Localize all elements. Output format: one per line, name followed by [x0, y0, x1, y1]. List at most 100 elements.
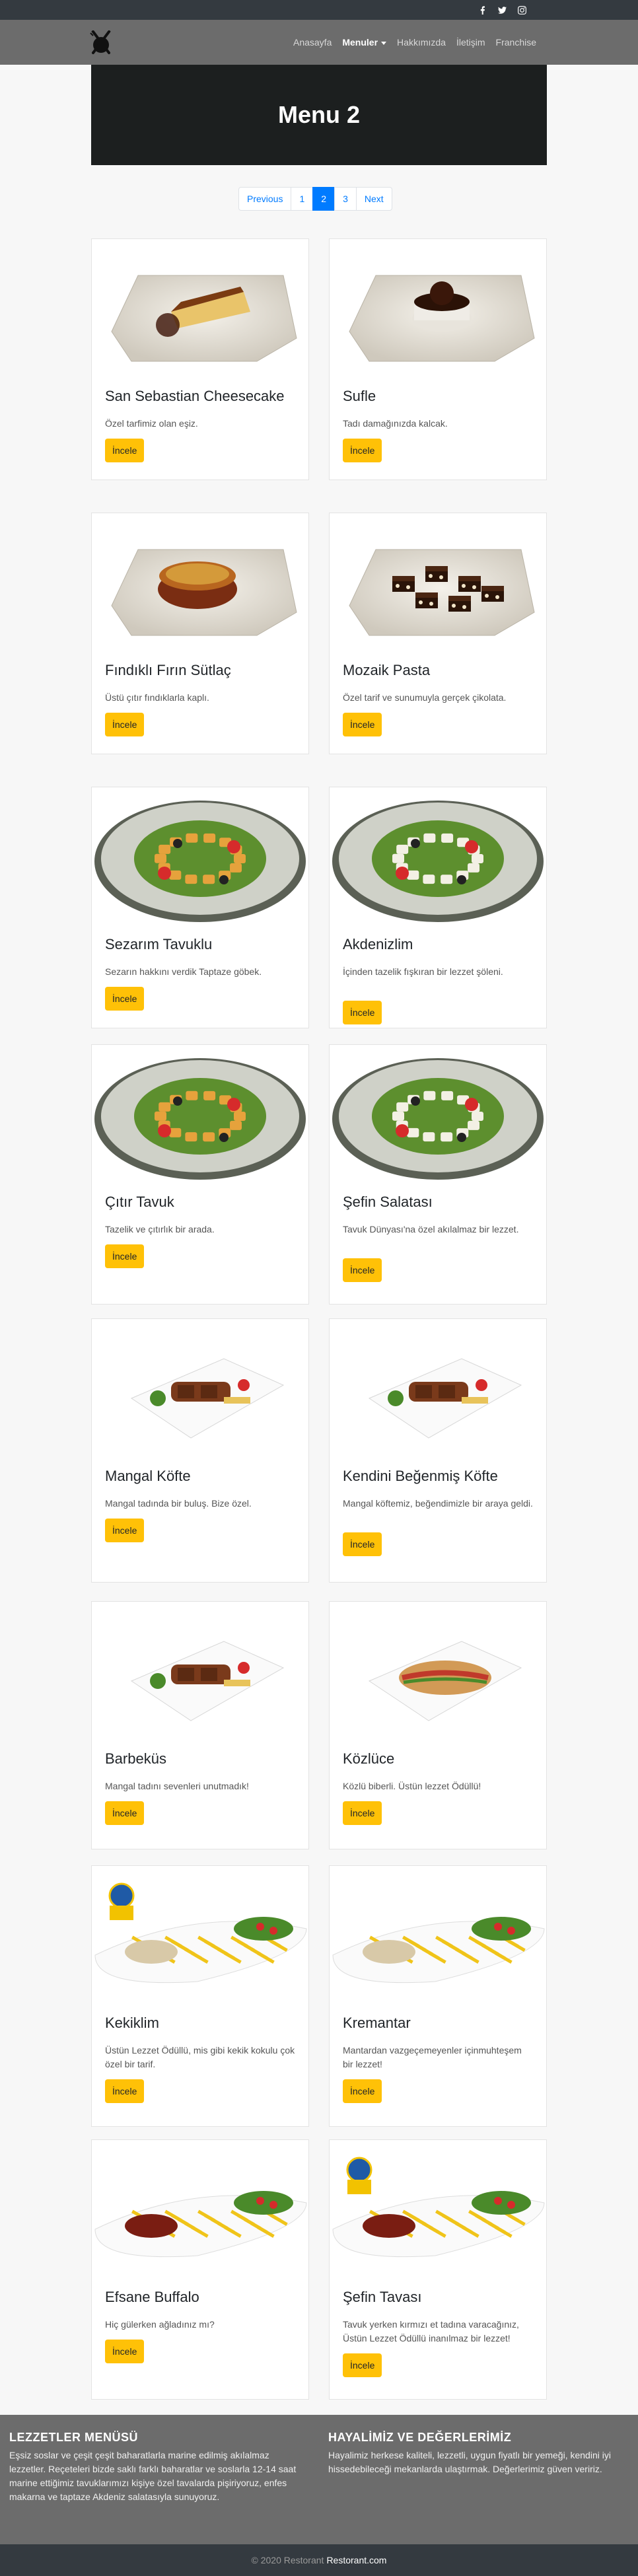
card-title: Sezarım Tavuklu [105, 936, 213, 952]
card-title: Sufle [343, 388, 376, 404]
card-title: Fındıklı Fırın Sütlaç [105, 662, 231, 678]
dish-image [330, 1319, 546, 1458]
incele-button[interactable]: İncele [105, 1519, 145, 1542]
menu-card: Mozaik Pasta Özel tarif ve sunumuyla ger… [329, 513, 547, 754]
incele-button[interactable]: İncele [343, 1801, 382, 1825]
card-description: Sezarın hakkını verdik Taptaze göbek. [105, 966, 262, 977]
incele-button[interactable]: İncele [105, 2340, 145, 2363]
pagination-page-2[interactable]: 2 [312, 187, 336, 211]
pagination: Previous 1 2 3 Next [238, 187, 392, 211]
card-description: Mangal tadını sevenleri unutmadık! [105, 1781, 249, 1791]
pagination-previous[interactable]: Previous [238, 187, 292, 211]
incele-button[interactable]: İncele [343, 2079, 382, 2103]
card-title: Közlüce [343, 1750, 395, 1767]
page-title: Menu 2 [277, 101, 360, 128]
navbar: Anasayfa Menuler Hakkımızda İletişim Fra… [0, 20, 638, 65]
card-description: Üstü çıtır fındıklarla kaplı. [105, 692, 209, 703]
menu-card: Çıtır Tavuk Tazelik ve çıtırlık bir arad… [91, 1044, 309, 1305]
dish-image [330, 513, 546, 652]
card-description: Mangal köftemiz, beğendimizle bir araya … [343, 1498, 533, 1509]
footer-left-text: Eşsiz soslar ve çeşit çeşit baharatlarla… [9, 2450, 297, 2502]
incele-button[interactable]: İncele [105, 713, 145, 736]
card-title: Şefin Salatası [343, 1194, 433, 1210]
card-title: Barbeküs [105, 1750, 166, 1767]
incele-button[interactable]: İncele [105, 2079, 145, 2103]
facebook-icon[interactable] [477, 5, 487, 15]
incele-button[interactable]: İncele [343, 439, 382, 462]
dish-image [330, 239, 546, 378]
pagination-page-3[interactable]: 3 [334, 187, 357, 211]
nav-franchise[interactable]: Franchise [491, 36, 542, 49]
pagination-page-1[interactable]: 1 [291, 187, 314, 211]
menu-card: Kremantar Mantardan vazgeçemeyenler için… [329, 1865, 547, 2127]
card-description: Hiç gülerken ağladınız mı? [105, 2319, 215, 2330]
page-header: Menu 2 [91, 65, 547, 165]
footer: LEZZETLER MENÜSÜ Eşsiz soslar ve çeşit ç… [0, 2415, 638, 2544]
dish-image [92, 1866, 308, 2005]
nav-iletisim[interactable]: İletişim [451, 36, 491, 49]
dish-image [92, 1602, 308, 1740]
card-description: Mantardan vazgeçemeyenler içinmuhteşem b… [343, 2045, 522, 2069]
card-description: Tavuk Dünyası'na özel akılalmaz bir lezz… [343, 1224, 519, 1234]
incele-button[interactable]: İncele [105, 1801, 145, 1825]
dish-image [92, 1319, 308, 1458]
dish-image [330, 2140, 546, 2279]
menu-card: Mangal Köfte Mangal tadında bir buluş. B… [91, 1318, 309, 1583]
incele-button[interactable]: İncele [105, 987, 145, 1011]
footer-right-text: Hayalimiz herkese kaliteli, lezzetli, uy… [328, 2450, 611, 2474]
menu-card: Közlüce Közlü biberli. Üstün lezzet Ödül… [329, 1601, 547, 1849]
dish-image [92, 1045, 308, 1184]
card-title: Çıtır Tavuk [105, 1194, 174, 1210]
menu-card: San Sebastian Cheesecake Özel tarfimiz o… [91, 238, 309, 480]
incele-button[interactable]: İncele [343, 713, 382, 736]
dish-image [330, 1045, 546, 1184]
incele-button[interactable]: İncele [105, 1244, 145, 1268]
restaurant-logo-icon[interactable] [89, 29, 114, 55]
menu-card: Sezarım Tavuklu Sezarın hakkını verdik T… [91, 787, 309, 1028]
incele-button[interactable]: İncele [343, 1001, 382, 1024]
card-title: Mangal Köfte [105, 1468, 191, 1484]
card-title: Kendini Beğenmiş Köfte [343, 1468, 498, 1484]
card-title: Şefin Tavası [343, 2289, 422, 2305]
card-title: Akdenizlim [343, 936, 413, 952]
dish-image [92, 2140, 308, 2279]
copyright-text: © 2020 Restorant [251, 2555, 324, 2565]
nav-menuler-dropdown[interactable]: Menuler [337, 36, 392, 49]
card-description: Tadı damağınızda kalcak. [343, 418, 448, 429]
card-title: San Sebastian Cheesecake [105, 388, 285, 404]
incele-button[interactable]: İncele [343, 1532, 382, 1556]
copyright-bar: © 2020 Restorant Restorant.com [0, 2544, 638, 2576]
incele-button[interactable]: İncele [343, 1258, 382, 1282]
instagram-icon[interactable] [516, 5, 527, 15]
dish-image [330, 1602, 546, 1740]
top-bar [0, 0, 638, 20]
card-title: Kekiklim [105, 2015, 159, 2031]
dish-image [330, 1866, 546, 2005]
nav-menu: Anasayfa Menuler Hakkımızda İletişim Fra… [288, 36, 542, 49]
menu-card: Şefin Salatası Tavuk Dünyası'na özel akı… [329, 1044, 547, 1305]
caret-down-icon [381, 41, 387, 45]
card-description: Özel tarfimiz olan eşiz. [105, 418, 198, 429]
dish-image [330, 787, 546, 926]
copyright-link[interactable]: Restorant.com [326, 2555, 386, 2565]
incele-button[interactable]: İncele [343, 2353, 382, 2377]
dish-image [92, 513, 308, 652]
menu-card: Efsane Buffalo Hiç gülerken ağladınız mı… [91, 2139, 309, 2400]
menu-card: Kekiklim Üstün Lezzet Ödüllü, mis gibi k… [91, 1865, 309, 2127]
menu-card: Kendini Beğenmiş Köfte Mangal köftemiz, … [329, 1318, 547, 1583]
nav-hakkimizda[interactable]: Hakkımızda [392, 36, 451, 49]
incele-button[interactable]: İncele [105, 439, 145, 462]
card-description: Közlü biberli. Üstün lezzet Ödüllü! [343, 1781, 481, 1791]
pagination-next[interactable]: Next [355, 187, 392, 211]
footer-right-title: HAYALİMİZ VE DEĞERLERİMİZ [328, 2431, 512, 2444]
menu-card: Sufle Tadı damağınızda kalcak. İncele [329, 238, 547, 480]
card-description: Üstün Lezzet Ödüllü, mis gibi kekik koku… [105, 2045, 295, 2069]
footer-left-title: LEZZETLER MENÜSÜ [9, 2431, 138, 2444]
dish-image [92, 239, 308, 378]
menu-card: Fındıklı Fırın Sütlaç Üstü çıtır fındıkl… [91, 513, 309, 754]
twitter-icon[interactable] [497, 5, 507, 15]
card-description: Özel tarif ve sunumuyla gerçek çikolata. [343, 692, 507, 703]
card-description: İçinden tazelik fışkıran bir lezzet şöle… [343, 966, 503, 977]
nav-anasayfa[interactable]: Anasayfa [288, 36, 337, 49]
menu-card: Barbeküs Mangal tadını sevenleri unutmad… [91, 1601, 309, 1849]
